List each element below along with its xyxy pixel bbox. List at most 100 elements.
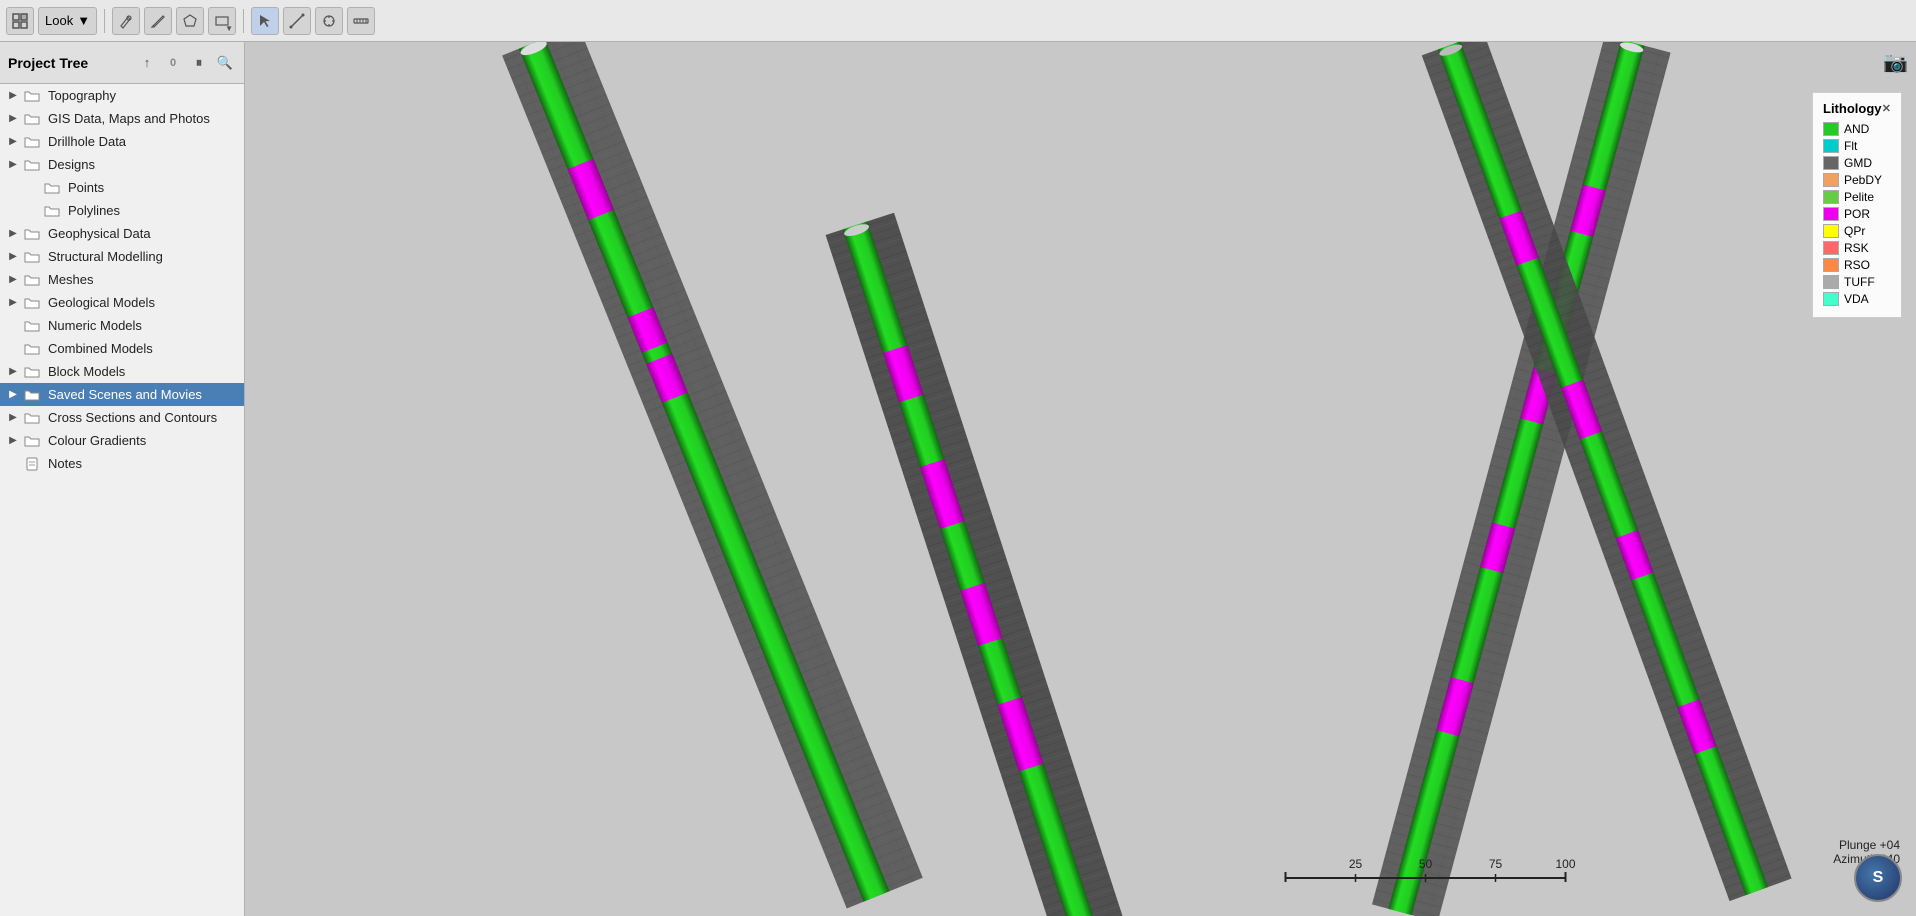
legend-item: Flt bbox=[1823, 139, 1891, 153]
expand-arrow-numeric-models[interactable] bbox=[6, 319, 20, 333]
sidebar-item-points[interactable]: Points bbox=[0, 176, 244, 199]
rectangle-button[interactable]: ▼ bbox=[208, 7, 236, 35]
svg-text:100: 100 bbox=[1555, 857, 1575, 871]
legend-close-icon[interactable]: ✕ bbox=[1882, 102, 1891, 115]
folder-icon-colour-gradients bbox=[24, 434, 40, 448]
sidebar-item-meshes[interactable]: ▶Meshes bbox=[0, 268, 244, 291]
sidebar-item-geological-models[interactable]: ▶Geological Models bbox=[0, 291, 244, 314]
sidebar-item-label-cross-sections: Cross Sections and Contours bbox=[48, 410, 217, 425]
expand-arrow-meshes[interactable]: ▶ bbox=[6, 273, 20, 287]
sidebar-item-combined-models[interactable]: Combined Models bbox=[0, 337, 244, 360]
sidebar-item-numeric-models[interactable]: Numeric Models bbox=[0, 314, 244, 337]
expand-arrow-structural-modelling[interactable]: ▶ bbox=[6, 250, 20, 264]
sidebar-item-designs[interactable]: ▶ Designs bbox=[0, 153, 244, 176]
sidebar-item-label-block-models: Block Models bbox=[48, 364, 125, 379]
expand-arrow-combined-models[interactable] bbox=[6, 342, 20, 356]
legend-item: TUFF bbox=[1823, 275, 1891, 289]
legend-item-label: VDA bbox=[1844, 292, 1869, 306]
expand-arrow-drillhole-data[interactable]: ▶ bbox=[6, 135, 20, 149]
ruler-button[interactable] bbox=[347, 7, 375, 35]
sidebar-item-gis-data[interactable]: ▶ GIS Data, Maps and Photos bbox=[0, 107, 244, 130]
legend-color-swatch bbox=[1823, 156, 1839, 170]
expand-arrow-saved-scenes[interactable]: ▶ bbox=[6, 388, 20, 402]
camera-icon[interactable]: 📷 bbox=[1883, 50, 1908, 75]
legend-color-swatch bbox=[1823, 190, 1839, 204]
legend-item: RSK bbox=[1823, 241, 1891, 255]
legend-item: QPr bbox=[1823, 224, 1891, 238]
sidebar-item-saved-scenes[interactable]: ▶Saved Scenes and Movies bbox=[0, 383, 244, 406]
sidebar-item-label-gis-data: GIS Data, Maps and Photos bbox=[48, 111, 210, 126]
sidebar-item-geophysical-data[interactable]: ▶Geophysical Data bbox=[0, 222, 244, 245]
sidebar-item-block-models[interactable]: ▶ Block Models bbox=[0, 360, 244, 383]
sidebar: Project Tree ↑ 0 ⏸ 🔍 ▶ Topography ▶ GIS Dat… bbox=[0, 42, 245, 916]
sidebar-item-cross-sections[interactable]: ▶ Cross Sections and Contours bbox=[0, 406, 244, 429]
svg-text:75: 75 bbox=[1489, 857, 1503, 871]
expand-arrow-topography[interactable]: ▶ bbox=[6, 89, 20, 103]
project-tree-title: Project Tree bbox=[8, 55, 88, 71]
transform-button[interactable] bbox=[315, 7, 343, 35]
globe-label: S bbox=[1873, 869, 1884, 887]
select-arrow-button[interactable] bbox=[251, 7, 279, 35]
globe-indicator[interactable]: S bbox=[1854, 854, 1902, 902]
pen-button[interactable] bbox=[144, 7, 172, 35]
sidebar-item-label-topography: Topography bbox=[48, 88, 116, 103]
legend-item-label: Flt bbox=[1844, 139, 1857, 153]
paint-brush-button[interactable] bbox=[112, 7, 140, 35]
legend-color-swatch bbox=[1823, 173, 1839, 187]
legend-item-label: Pelite bbox=[1844, 190, 1874, 204]
legend-item: GMD bbox=[1823, 156, 1891, 170]
expand-arrow-points[interactable] bbox=[26, 181, 40, 195]
folder-icon-block-models bbox=[24, 365, 40, 379]
sidebar-item-label-numeric-models: Numeric Models bbox=[48, 318, 142, 333]
look-label: Look bbox=[45, 13, 73, 28]
folder-icon-cross-sections bbox=[24, 411, 40, 425]
up-arrow-icon[interactable]: ↑ bbox=[136, 52, 158, 74]
legend-color-swatch bbox=[1823, 241, 1839, 255]
pause-button[interactable]: ⏸ bbox=[188, 52, 210, 74]
expand-arrow-designs[interactable]: ▶ bbox=[6, 158, 20, 172]
look-dropdown[interactable]: Look ▼ bbox=[38, 7, 97, 35]
line-draw-button[interactable] bbox=[283, 7, 311, 35]
folder-icon-designs bbox=[24, 158, 40, 172]
folder-icon-points bbox=[44, 181, 60, 195]
folder-icon-polylines bbox=[44, 204, 60, 218]
sidebar-item-structural-modelling[interactable]: ▶Structural Modelling bbox=[0, 245, 244, 268]
legend-color-swatch bbox=[1823, 258, 1839, 272]
sidebar-item-label-colour-gradients: Colour Gradients bbox=[48, 433, 146, 448]
legend-title: Lithology ✕ bbox=[1823, 101, 1891, 116]
expand-arrow-block-models[interactable]: ▶ bbox=[6, 365, 20, 379]
folder-icon-drillhole-data bbox=[24, 135, 40, 149]
plunge-status: Plunge +04 bbox=[1833, 838, 1900, 852]
sidebar-item-notes[interactable]: Notes bbox=[0, 452, 244, 475]
expand-arrow-notes[interactable] bbox=[6, 457, 20, 471]
expand-arrow-cross-sections[interactable]: ▶ bbox=[6, 411, 20, 425]
sidebar-item-label-combined-models: Combined Models bbox=[48, 341, 153, 356]
sidebar-item-label-designs: Designs bbox=[48, 157, 95, 172]
grid-view-button[interactable] bbox=[6, 7, 34, 35]
sidebar-item-colour-gradients[interactable]: ▶ Colour Gradients bbox=[0, 429, 244, 452]
legend-item-label: TUFF bbox=[1844, 275, 1875, 289]
legend-items: ANDFltGMDPebDYPelitePORQPrRSKRSOTUFFVDA bbox=[1823, 122, 1891, 306]
expand-arrow-polylines[interactable] bbox=[26, 204, 40, 218]
legend-item-label: PebDY bbox=[1844, 173, 1882, 187]
polygon-button[interactable] bbox=[176, 7, 204, 35]
sidebar-item-label-polylines: Polylines bbox=[68, 203, 120, 218]
sidebar-item-drillhole-data[interactable]: ▶Drillhole Data bbox=[0, 130, 244, 153]
search-icon[interactable]: 🔍 bbox=[214, 52, 236, 74]
legend-item: RSO bbox=[1823, 258, 1891, 272]
sidebar-item-topography[interactable]: ▶ Topography bbox=[0, 84, 244, 107]
legend-color-swatch bbox=[1823, 122, 1839, 136]
expand-arrow-geophysical-data[interactable]: ▶ bbox=[6, 227, 20, 241]
expand-arrow-colour-gradients[interactable]: ▶ bbox=[6, 434, 20, 448]
chevron-down-icon: ▼ bbox=[77, 13, 90, 28]
legend-item-label: GMD bbox=[1844, 156, 1872, 170]
main-layout: Project Tree ↑ 0 ⏸ 🔍 ▶ Topography ▶ GIS Dat… bbox=[0, 42, 1916, 916]
viewport[interactable]: 25 50 75 100 Lithology ✕ ANDFltGMDPebDYP… bbox=[245, 42, 1916, 916]
sidebar-item-polylines[interactable]: Polylines bbox=[0, 199, 244, 222]
expand-arrow-geological-models[interactable]: ▶ bbox=[6, 296, 20, 310]
sidebar-header-icons: ↑ 0 ⏸ 🔍 bbox=[136, 52, 236, 74]
sidebar-item-label-points: Points bbox=[68, 180, 104, 195]
sidebar-header: Project Tree ↑ 0 ⏸ 🔍 bbox=[0, 42, 244, 84]
expand-arrow-gis-data[interactable]: ▶ bbox=[6, 112, 20, 126]
folder-icon-geophysical-data bbox=[24, 227, 40, 241]
